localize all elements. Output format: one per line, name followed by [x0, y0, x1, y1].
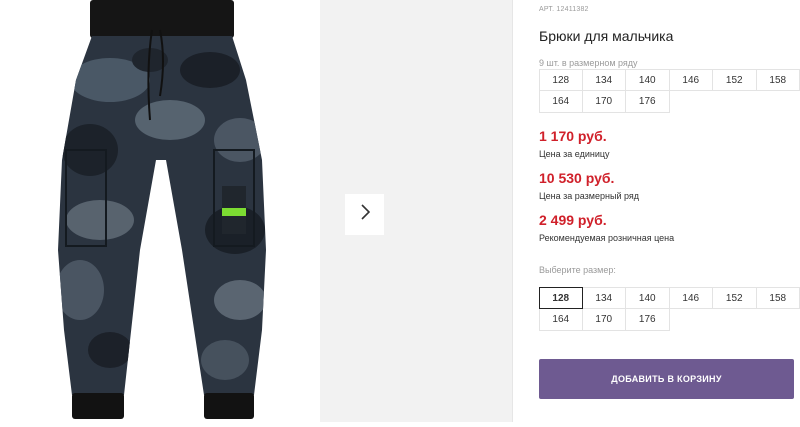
size-range-cell: 140 — [626, 69, 670, 91]
size-option-140[interactable]: 140 — [626, 287, 670, 309]
size-option-164[interactable]: 164 — [539, 309, 583, 331]
product-title: Брюки для мальчика — [539, 28, 673, 44]
retail-price-label: Рекомендуемая розничная цена — [539, 233, 674, 243]
size-option-152[interactable]: 152 — [713, 287, 757, 309]
camo-cargo-pants-image — [0, 0, 318, 422]
size-option-134[interactable]: 134 — [583, 287, 627, 309]
range-price-label: Цена за размерный ряд — [539, 191, 639, 201]
size-option-176[interactable]: 176 — [626, 309, 670, 331]
size-range-cell: 176 — [626, 91, 670, 113]
size-option-128[interactable]: 128 — [539, 287, 583, 309]
size-option-158[interactable]: 158 — [757, 287, 800, 309]
size-range-cell: 170 — [583, 91, 627, 113]
size-range-grid: 128 134 140 146 152 158 164 170 176 — [539, 69, 800, 113]
column-divider — [512, 0, 513, 422]
product-photo — [0, 0, 318, 422]
size-range-cell: 134 — [583, 69, 627, 91]
unit-price: 1 170 руб. — [539, 128, 607, 144]
size-range-cell: 128 — [539, 69, 583, 91]
unit-price-label: Цена за единицу — [539, 149, 610, 159]
size-option-146[interactable]: 146 — [670, 287, 714, 309]
size-range-cell: 152 — [713, 69, 757, 91]
add-to-cart-button[interactable]: ДОБАВИТЬ В КОРЗИНУ — [539, 359, 794, 399]
range-price: 10 530 руб. — [539, 170, 614, 186]
product-gallery — [0, 0, 512, 422]
size-range-cell: 158 — [757, 69, 800, 91]
next-image-button[interactable] — [345, 194, 384, 235]
article-number: АРТ. 12411382 — [539, 6, 589, 13]
chevron-right-icon — [360, 204, 370, 225]
size-picker: 128 134 140 146 152 158 164 170 176 — [539, 287, 800, 331]
pack-size-note: 9 шт. в размерном ряду — [539, 58, 638, 68]
size-option-170[interactable]: 170 — [583, 309, 627, 331]
choose-size-label: Выберите размер: — [539, 265, 616, 275]
size-range-cell: 164 — [539, 91, 583, 113]
size-range-cell: 146 — [670, 69, 714, 91]
retail-price: 2 499 руб. — [539, 212, 607, 228]
